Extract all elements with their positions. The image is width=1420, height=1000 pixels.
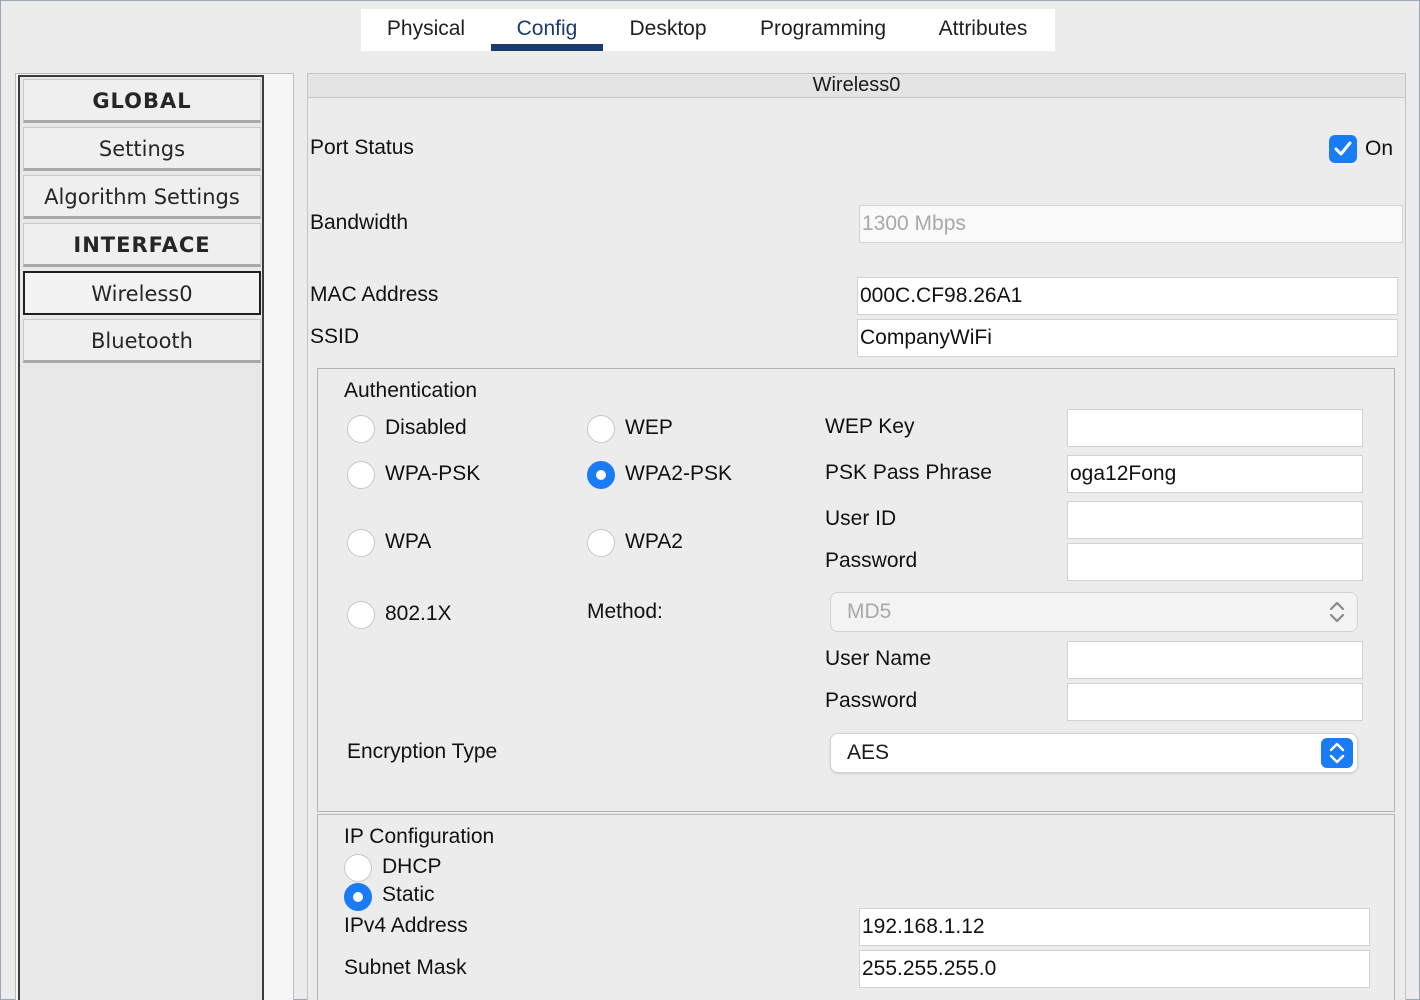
sidebar-heading-global[interactable]: GLOBAL (23, 79, 261, 123)
tab-attributes[interactable]: Attributes (917, 9, 1049, 51)
radio-wpa2-label: WPA2 (625, 530, 683, 553)
mac-address-input[interactable]: 000C.CF98.26A1 (857, 277, 1398, 315)
authentication-title: Authentication (344, 379, 478, 402)
password2-label: Password (825, 689, 918, 712)
tab-physical[interactable]: Physical (361, 9, 491, 51)
ipv4-address-input[interactable]: 192.168.1.12 (859, 908, 1370, 946)
radio-static[interactable] (344, 883, 372, 911)
mac-address-label: MAC Address (310, 283, 439, 306)
subnet-mask-label: Subnet Mask (344, 956, 467, 979)
encryption-type-value: AES (847, 741, 890, 764)
sidebar-heading-interface[interactable]: INTERFACE (23, 223, 261, 267)
radio-wep-label: WEP (625, 416, 673, 439)
radio-disabled[interactable] (347, 415, 375, 443)
port-status-on-label: On (1365, 137, 1394, 160)
wep-key-label: WEP Key (825, 415, 915, 438)
ssid-input[interactable]: CompanyWiFi (857, 319, 1398, 357)
ipv4-address-label: IPv4 Address (344, 914, 468, 937)
sidebar: GLOBAL Settings Algorithm Settings INTER… (15, 73, 294, 1000)
bandwidth-field: 1300 Mbps (859, 205, 1403, 243)
sidebar-item-wireless0[interactable]: Wireless0 (23, 271, 261, 315)
sidebar-item-settings[interactable]: Settings (23, 127, 261, 171)
checkmark-icon (1334, 141, 1352, 156)
radio-static-label: Static (382, 883, 435, 906)
sidebar-item-bluetooth[interactable]: Bluetooth (23, 319, 261, 363)
radio-802-1x[interactable] (347, 601, 375, 629)
password2-input[interactable] (1067, 683, 1363, 721)
ip-configuration-title: IP Configuration (344, 825, 495, 848)
ssid-label: SSID (310, 325, 360, 348)
tab-programming[interactable]: Programming (741, 9, 905, 51)
user-name-label: User Name (825, 647, 932, 670)
tab-config[interactable]: Config (491, 9, 603, 51)
tab-desktop[interactable]: Desktop (603, 9, 733, 51)
active-tab-indicator (491, 44, 603, 51)
method-select-value: MD5 (847, 600, 892, 623)
radio-wpa-label: WPA (385, 530, 432, 553)
password-input[interactable] (1067, 543, 1363, 581)
radio-wpa2-psk-label: WPA2-PSK (625, 462, 732, 485)
psk-pass-phrase-input[interactable]: oga12Fong (1067, 455, 1363, 493)
encryption-type-label: Encryption Type (347, 740, 498, 763)
radio-802-1x-label: 802.1X (385, 602, 452, 625)
port-status-checkbox[interactable] (1329, 135, 1357, 163)
interface-config-panel: Wireless0 Port Status On Bandwidth 1300 … (307, 73, 1406, 1000)
bandwidth-label: Bandwidth (310, 211, 409, 234)
radio-wpa-psk[interactable] (347, 461, 375, 489)
radio-wpa-psk-label: WPA-PSK (385, 462, 481, 485)
user-id-input[interactable] (1067, 501, 1363, 539)
tab-bar: Physical Config Desktop Programming Attr… (361, 9, 1055, 51)
chevron-up-down-icon (1321, 738, 1353, 768)
radio-wpa2-psk[interactable] (587, 461, 615, 489)
radio-dhcp-label: DHCP (382, 855, 442, 878)
method-select[interactable]: MD5 (830, 592, 1358, 632)
password-label: Password (825, 549, 918, 572)
radio-wpa2[interactable] (587, 529, 615, 557)
radio-dhcp[interactable] (344, 854, 372, 882)
radio-wpa[interactable] (347, 529, 375, 557)
radio-disabled-label: Disabled (385, 416, 467, 439)
user-id-label: User ID (825, 507, 897, 530)
ip-configuration-group: IP Configuration DHCP Static IPv4 Addres… (317, 814, 1395, 1000)
user-name-input[interactable] (1067, 641, 1363, 679)
psk-pass-phrase-label: PSK Pass Phrase (825, 461, 992, 484)
sidebar-list: GLOBAL Settings Algorithm Settings INTER… (18, 75, 264, 1000)
wep-key-input[interactable] (1067, 409, 1363, 447)
subnet-mask-input[interactable]: 255.255.255.0 (859, 950, 1370, 988)
tab-config-label: Config (516, 17, 578, 40)
authentication-group: Authentication Disabled WEP WPA-PSK WPA2… (317, 368, 1395, 812)
encryption-type-select[interactable]: AES (830, 733, 1358, 773)
sidebar-item-algorithm-settings[interactable]: Algorithm Settings (23, 175, 261, 219)
port-status-label: Port Status (310, 136, 414, 159)
chevron-up-down-icon (1321, 597, 1353, 627)
method-label: Method: (587, 600, 663, 623)
radio-wep[interactable] (587, 415, 615, 443)
panel-title: Wireless0 (308, 74, 1405, 98)
